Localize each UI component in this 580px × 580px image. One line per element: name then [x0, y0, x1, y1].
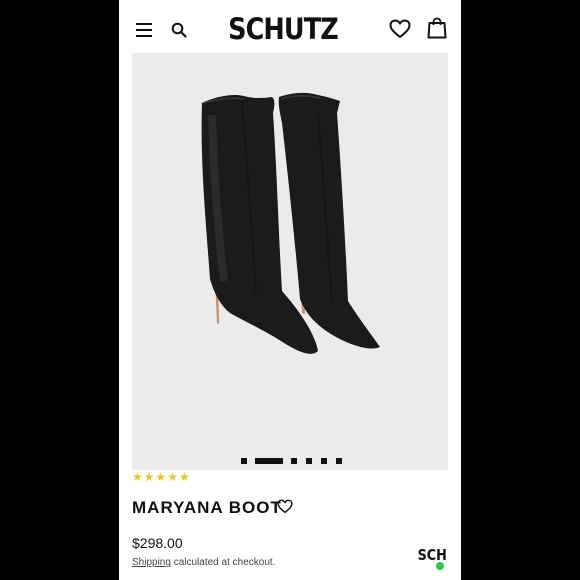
product-page: SCHUTZ ★★★★★ MARYANA BOOT $298.00 Shippi… — [119, 0, 461, 580]
online-status-indicator — [435, 561, 445, 571]
carousel-dot[interactable] — [306, 458, 312, 464]
carousel-dot[interactable] — [336, 458, 342, 464]
carousel-dot[interactable] — [291, 458, 297, 464]
shopping-bag-icon[interactable] — [427, 17, 447, 39]
product-title: MARYANA BOOT — [132, 498, 282, 517]
brand-logo[interactable]: SCHUTZ — [218, 12, 348, 46]
menu-icon[interactable] — [136, 23, 152, 37]
rating-stars[interactable]: ★★★★★ — [132, 470, 191, 484]
wishlist-heart-icon[interactable] — [277, 499, 293, 514]
shipping-link[interactable]: Shipping — [132, 557, 171, 568]
shipping-note-text: calculated at checkout. — [173, 557, 276, 568]
carousel-dot[interactable] — [321, 458, 327, 464]
carousel-dot-active[interactable] — [255, 458, 283, 464]
carousel-dot[interactable] — [241, 458, 247, 464]
product-price: $298.00 — [132, 535, 183, 551]
product-image-gallery[interactable] — [132, 53, 448, 470]
shipping-note: Shipping calculated at checkout. — [132, 557, 275, 568]
product-image — [201, 92, 380, 354]
heart-icon[interactable] — [389, 19, 411, 39]
search-icon[interactable] — [171, 22, 187, 38]
site-header: SCHUTZ — [119, 0, 461, 60]
